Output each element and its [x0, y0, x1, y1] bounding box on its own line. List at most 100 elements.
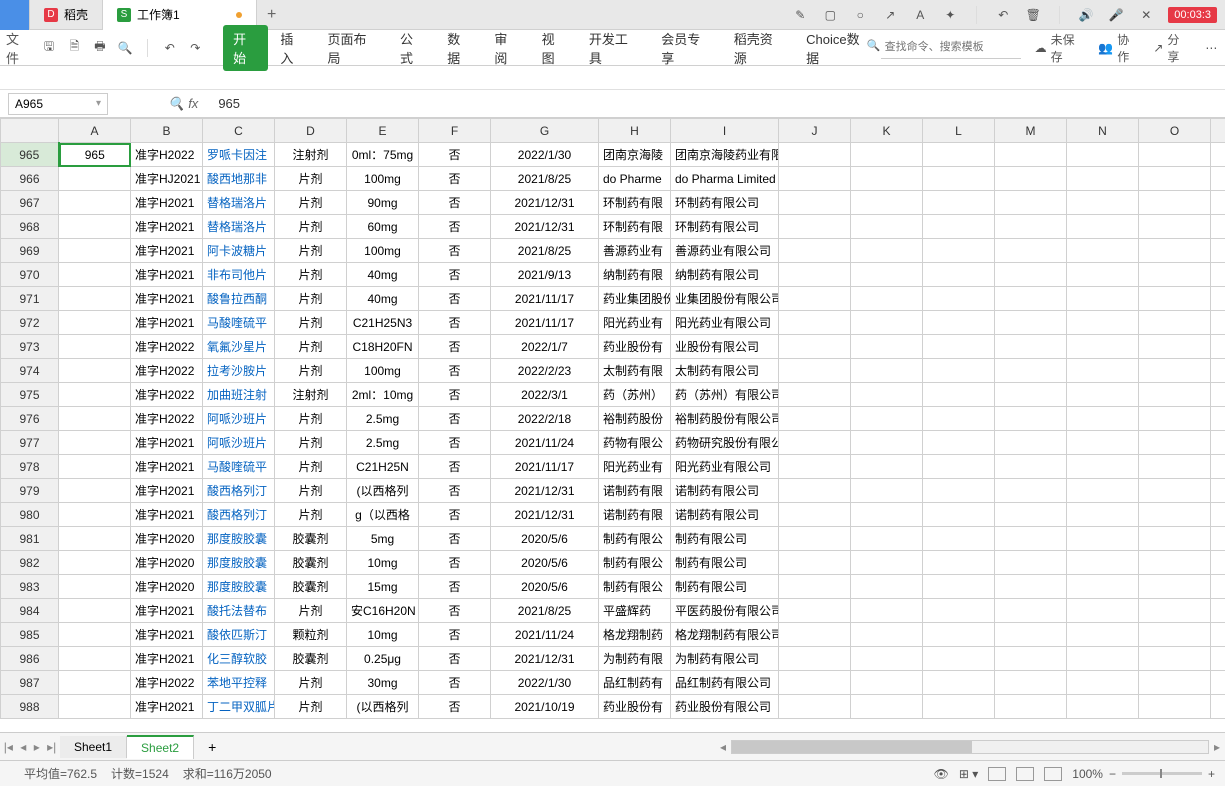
- col-header-E[interactable]: E: [347, 119, 419, 143]
- row-header[interactable]: 973: [1, 335, 59, 359]
- cell[interactable]: 马酸喹硫平: [203, 311, 275, 335]
- cell[interactable]: (以西格列: [347, 479, 419, 503]
- cell[interactable]: [1211, 647, 1225, 671]
- cell[interactable]: 2022/1/7: [491, 335, 599, 359]
- cell[interactable]: 否: [419, 359, 491, 383]
- cell[interactable]: [59, 575, 131, 599]
- cell[interactable]: 制药有限公: [599, 575, 671, 599]
- cell[interactable]: [1211, 503, 1225, 527]
- cell[interactable]: 准字HJ2021: [131, 167, 203, 191]
- row-header[interactable]: 979: [1, 479, 59, 503]
- cell[interactable]: 诺制药有限公司: [671, 503, 779, 527]
- cell[interactable]: 否: [419, 263, 491, 287]
- view-break-button[interactable]: [1044, 767, 1062, 781]
- cell[interactable]: [1139, 503, 1211, 527]
- cell[interactable]: 品红制药有: [599, 671, 671, 695]
- cell[interactable]: [851, 431, 923, 455]
- cell[interactable]: [1139, 599, 1211, 623]
- cell[interactable]: 片剂: [275, 311, 347, 335]
- cell[interactable]: [1139, 575, 1211, 599]
- col-header-C[interactable]: C: [203, 119, 275, 143]
- row-header[interactable]: 970: [1, 263, 59, 287]
- cell[interactable]: 否: [419, 311, 491, 335]
- cell[interactable]: [851, 599, 923, 623]
- cell[interactable]: [779, 383, 851, 407]
- cell[interactable]: C21H25N3: [347, 311, 419, 335]
- cell[interactable]: [1139, 239, 1211, 263]
- cell[interactable]: 片剂: [275, 671, 347, 695]
- cell[interactable]: [1211, 359, 1225, 383]
- cell[interactable]: [1067, 623, 1139, 647]
- cell[interactable]: [59, 407, 131, 431]
- col-header-D[interactable]: D: [275, 119, 347, 143]
- cell[interactable]: 2020/5/6: [491, 575, 599, 599]
- cell[interactable]: [851, 527, 923, 551]
- cell[interactable]: 环制药有限公司: [671, 215, 779, 239]
- cell[interactable]: 准字H2021: [131, 287, 203, 311]
- cell[interactable]: 环制药有限: [599, 215, 671, 239]
- cell[interactable]: [1067, 143, 1139, 167]
- cell[interactable]: 2022/2/18: [491, 407, 599, 431]
- row-header[interactable]: 984: [1, 599, 59, 623]
- cell[interactable]: 诺制药有限: [599, 479, 671, 503]
- coop-button[interactable]: 👥 协作: [1098, 31, 1139, 65]
- cell[interactable]: 格龙翔制药: [599, 623, 671, 647]
- cell[interactable]: 2021/10/19: [491, 695, 599, 719]
- file-label[interactable]: 文件: [6, 40, 31, 56]
- cell[interactable]: 准字H2021: [131, 695, 203, 719]
- cell[interactable]: 马酸喹硫平: [203, 455, 275, 479]
- cell[interactable]: 酸托法替布: [203, 599, 275, 623]
- cell[interactable]: [995, 287, 1067, 311]
- cell[interactable]: 安C16H20N: [347, 599, 419, 623]
- cell[interactable]: [1211, 431, 1225, 455]
- cell[interactable]: 阳光药业有限公司: [671, 455, 779, 479]
- cell[interactable]: [59, 431, 131, 455]
- cell[interactable]: [59, 503, 131, 527]
- cell[interactable]: 2021/11/24: [491, 623, 599, 647]
- cell[interactable]: [851, 503, 923, 527]
- row-header[interactable]: 974: [1, 359, 59, 383]
- cell[interactable]: do Pharme: [599, 167, 671, 191]
- cell[interactable]: [1139, 623, 1211, 647]
- cell[interactable]: [851, 407, 923, 431]
- col-header-I[interactable]: I: [671, 119, 779, 143]
- zoom-in-button[interactable]: +: [1208, 767, 1215, 781]
- cell[interactable]: 2022/3/1: [491, 383, 599, 407]
- cell[interactable]: 酸西格列汀: [203, 479, 275, 503]
- cell[interactable]: 片剂: [275, 263, 347, 287]
- cell[interactable]: 片剂: [275, 239, 347, 263]
- row-header[interactable]: 968: [1, 215, 59, 239]
- cell[interactable]: [995, 431, 1067, 455]
- col-header-K[interactable]: K: [851, 119, 923, 143]
- cell[interactable]: [1211, 215, 1225, 239]
- cell[interactable]: 准字H2022: [131, 335, 203, 359]
- cell[interactable]: 苯地平控释: [203, 671, 275, 695]
- cell[interactable]: [1211, 263, 1225, 287]
- cell[interactable]: [923, 287, 995, 311]
- unsaved-button[interactable]: ☁ 未保存: [1035, 31, 1085, 65]
- cell[interactable]: 准字H2021: [131, 191, 203, 215]
- ribbon-tab-review[interactable]: 审阅: [484, 25, 529, 71]
- cell[interactable]: [1211, 551, 1225, 575]
- cell[interactable]: [923, 143, 995, 167]
- cell[interactable]: [851, 191, 923, 215]
- cell[interactable]: [851, 359, 923, 383]
- square-icon[interactable]: ▢: [822, 7, 838, 23]
- cell[interactable]: [923, 191, 995, 215]
- cell[interactable]: [1211, 287, 1225, 311]
- cell[interactable]: [851, 263, 923, 287]
- cell[interactable]: 太制药有限公司: [671, 359, 779, 383]
- cell[interactable]: 替格瑞洛片: [203, 191, 275, 215]
- sheet-tab-2[interactable]: Sheet2: [127, 735, 194, 759]
- cell[interactable]: 药业股份有: [599, 335, 671, 359]
- cell[interactable]: [779, 575, 851, 599]
- cell[interactable]: 10mg: [347, 551, 419, 575]
- cell[interactable]: (以西格列: [347, 695, 419, 719]
- cell[interactable]: 那度胺胶囊: [203, 527, 275, 551]
- cell[interactable]: [923, 239, 995, 263]
- spreadsheet-grid[interactable]: ABCDEFGHIJKLMNOPQ965965准字H2022罗哌卡因注注射剂0m…: [0, 118, 1225, 732]
- col-header-M[interactable]: M: [995, 119, 1067, 143]
- cell[interactable]: [995, 599, 1067, 623]
- sheet-tab-1[interactable]: Sheet1: [60, 736, 127, 758]
- cell[interactable]: 片剂: [275, 167, 347, 191]
